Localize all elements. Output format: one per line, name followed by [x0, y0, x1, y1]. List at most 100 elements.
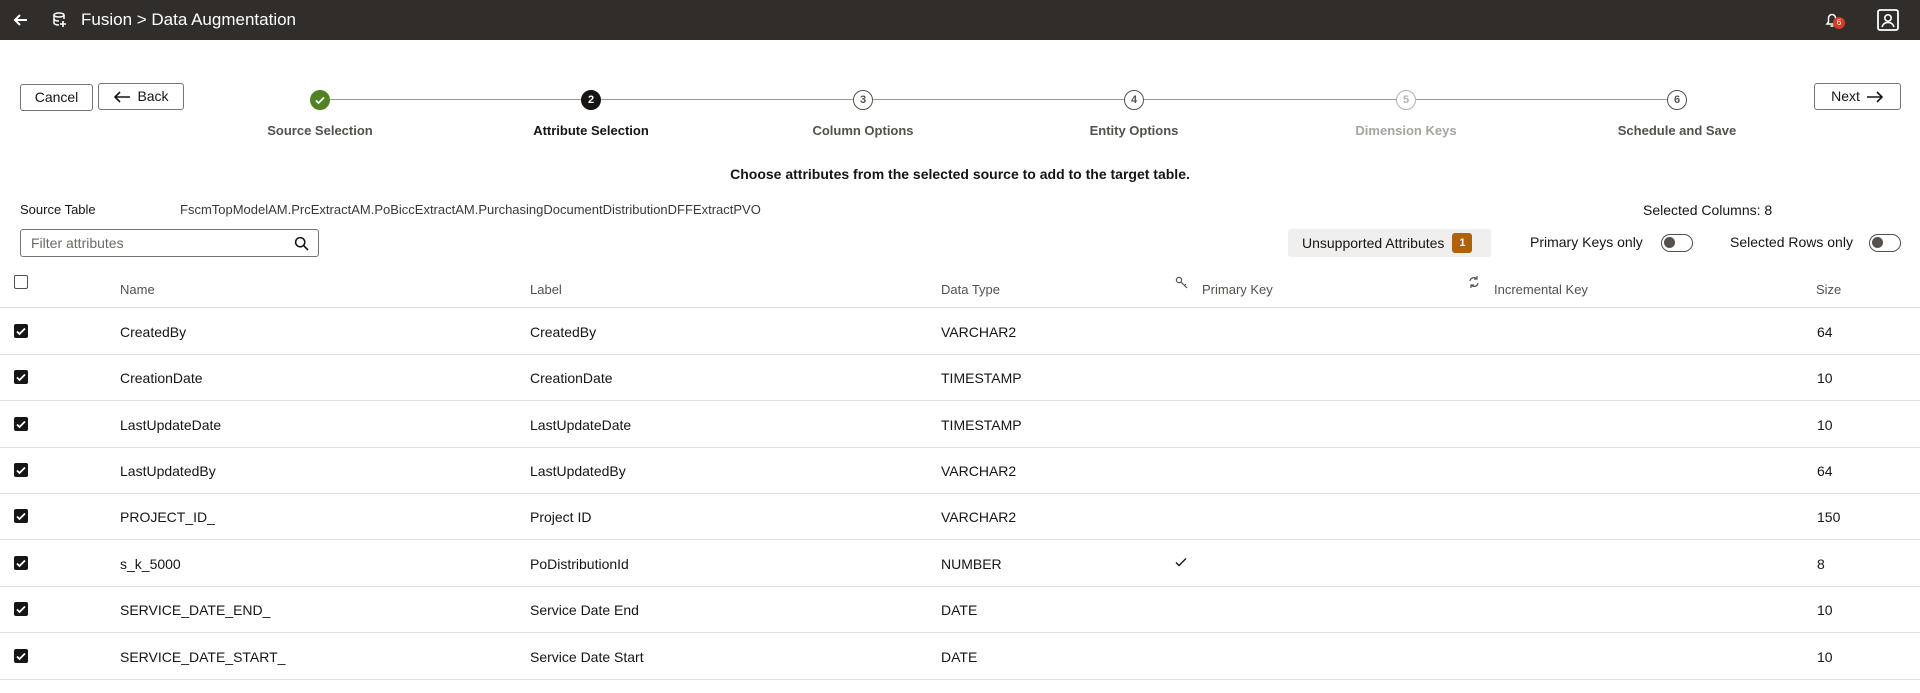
selected-columns-count: 8	[1764, 202, 1773, 218]
cell-name: SERVICE_DATE_START_	[120, 649, 286, 665]
selected-rows-only-label: Selected Rows only	[1730, 234, 1853, 250]
cell-size: 10	[1817, 649, 1833, 665]
step-6-circle[interactable]: 6	[1667, 90, 1687, 110]
column-header-name[interactable]: Name	[120, 282, 155, 297]
column-header-incremental-key[interactable]: Incremental Key	[1494, 282, 1588, 297]
filter-attributes-field[interactable]	[20, 229, 319, 257]
cell-label: Project ID	[530, 509, 592, 525]
primary-keys-only-toggle[interactable]	[1661, 234, 1693, 252]
cell-size: 8	[1817, 556, 1825, 572]
step-5-circle: 5	[1396, 90, 1416, 110]
incremental-key-icon	[1469, 276, 1479, 288]
notifications-bell-icon[interactable]: 6	[1821, 9, 1845, 31]
source-table-label: Source Table	[20, 202, 96, 217]
row-checkbox[interactable]	[14, 649, 28, 663]
cell-size: 10	[1817, 602, 1833, 618]
primary-keys-only-label: Primary Keys only	[1530, 234, 1643, 250]
selected-columns: Selected Columns: 8	[1643, 202, 1772, 218]
cell-name: CreationDate	[120, 370, 203, 386]
arrow-right-icon	[1866, 90, 1884, 103]
cell-data-type: TIMESTAMP	[941, 370, 1022, 386]
next-button-label: Next	[1831, 88, 1860, 104]
column-header-primary-key[interactable]: Primary Key	[1202, 282, 1273, 297]
step-4-circle[interactable]: 4	[1124, 90, 1144, 110]
row-checkbox[interactable]	[14, 463, 28, 477]
toggle-knob	[1872, 237, 1883, 248]
unsupported-attributes-count-badge: 1	[1452, 233, 1473, 253]
cell-size: 150	[1817, 509, 1841, 525]
stepper-connector	[873, 99, 1124, 100]
cell-data-type: VARCHAR2	[941, 509, 1017, 525]
step-1-done-check-icon[interactable]	[310, 90, 330, 110]
cell-name: SERVICE_DATE_END_	[120, 602, 271, 618]
step-label-schedule-and-save[interactable]: Schedule and Save	[1577, 123, 1777, 138]
cell-data-type: DATE	[941, 602, 978, 618]
instruction-text: Choose attributes from the selected sour…	[730, 166, 1190, 182]
next-button[interactable]: Next	[1814, 83, 1901, 110]
selected-rows-only-toggle[interactable]	[1869, 234, 1901, 252]
cell-data-type: NUMBER	[941, 556, 1002, 572]
cell-data-type: DATE	[941, 649, 978, 665]
cell-label: CreationDate	[530, 370, 613, 386]
cell-size: 10	[1817, 370, 1833, 386]
row-checkbox[interactable]	[14, 324, 28, 338]
cell-size: 64	[1817, 324, 1833, 340]
table-row[interactable]: SERVICE_DATE_END_ Service Date End DATE …	[0, 587, 1920, 633]
cancel-button[interactable]: Cancel	[20, 84, 93, 111]
row-checkbox[interactable]	[14, 370, 28, 384]
table-row[interactable]: CreationDate CreationDate TIMESTAMP 10	[0, 355, 1920, 401]
table-header: Name Label Data Type Primary Key Increme…	[0, 270, 1920, 308]
filter-attributes-input[interactable]	[21, 230, 281, 256]
row-checkbox[interactable]	[14, 602, 28, 616]
cell-label: Service Date Start	[530, 649, 644, 665]
toggle-knob	[1664, 237, 1675, 248]
cell-size: 10	[1817, 417, 1833, 433]
unsupported-attributes-label: Unsupported Attributes	[1302, 235, 1445, 251]
step-3-circle[interactable]: 3	[853, 90, 873, 110]
table-row[interactable]: LastUpdateDate LastUpdateDate TIMESTAMP …	[0, 402, 1920, 448]
arrow-left-icon	[114, 90, 131, 103]
user-profile-icon[interactable]	[1876, 8, 1900, 32]
step-label-source-selection[interactable]: Source Selection	[220, 123, 420, 138]
table-row[interactable]: s_k_5000 PoDistributionId NUMBER 8	[0, 541, 1920, 587]
source-table-value: FscmTopModelAM.PrcExtractAM.PoBiccExtrac…	[180, 202, 761, 217]
column-header-label[interactable]: Label	[530, 282, 562, 297]
select-all-checkbox[interactable]	[14, 275, 28, 289]
step-2-circle[interactable]: 2	[581, 90, 601, 110]
cell-data-type: TIMESTAMP	[941, 417, 1022, 433]
step-label-attribute-selection[interactable]: Attribute Selection	[491, 123, 691, 138]
stepper-connector	[1144, 99, 1396, 100]
cell-label: PoDistributionId	[530, 556, 629, 572]
step-label-entity-options[interactable]: Entity Options	[1034, 123, 1234, 138]
selected-columns-label: Selected Columns:	[1643, 202, 1761, 218]
table-row[interactable]: SERVICE_DATE_START_ Service Date Start D…	[0, 634, 1920, 680]
cell-name: PROJECT_ID_	[120, 509, 215, 525]
cell-data-type: VARCHAR2	[941, 324, 1017, 340]
table-row[interactable]: CreatedBy CreatedBy VARCHAR2 64	[0, 309, 1920, 355]
row-checkbox[interactable]	[14, 509, 28, 523]
table-row[interactable]: LastUpdatedBy LastUpdatedBy VARCHAR2 64	[0, 448, 1920, 494]
cell-name: s_k_5000	[120, 556, 181, 572]
cell-size: 64	[1817, 463, 1833, 479]
cancel-button-label: Cancel	[34, 89, 79, 105]
column-header-size[interactable]: Size	[1816, 282, 1841, 297]
unsupported-attributes-button[interactable]: Unsupported Attributes 1	[1288, 229, 1491, 257]
step-label-dimension-keys: Dimension Keys	[1355, 123, 1457, 138]
top-bar: Fusion > Data Augmentation 6	[0, 0, 1920, 40]
search-icon[interactable]	[294, 236, 309, 251]
row-checkbox[interactable]	[14, 556, 28, 570]
back-arrow-icon[interactable]	[10, 9, 32, 31]
column-header-data-type[interactable]: Data Type	[941, 282, 1000, 297]
cell-name: LastUpdateDate	[120, 417, 222, 433]
stepper-connector	[601, 99, 853, 100]
step-label-column-options[interactable]: Column Options	[763, 123, 963, 138]
cell-label: Service Date End	[530, 602, 639, 618]
row-checkbox[interactable]	[14, 417, 28, 431]
notification-count-badge: 6	[1833, 17, 1845, 29]
table-row[interactable]: PROJECT_ID_ Project ID VARCHAR2 150	[0, 494, 1920, 540]
page-title: Fusion > Data Augmentation	[81, 10, 296, 29]
cell-name: LastUpdatedBy	[120, 463, 216, 479]
key-icon	[1175, 276, 1188, 289]
cell-label: CreatedBy	[530, 324, 597, 340]
back-button[interactable]: Back	[98, 83, 184, 110]
